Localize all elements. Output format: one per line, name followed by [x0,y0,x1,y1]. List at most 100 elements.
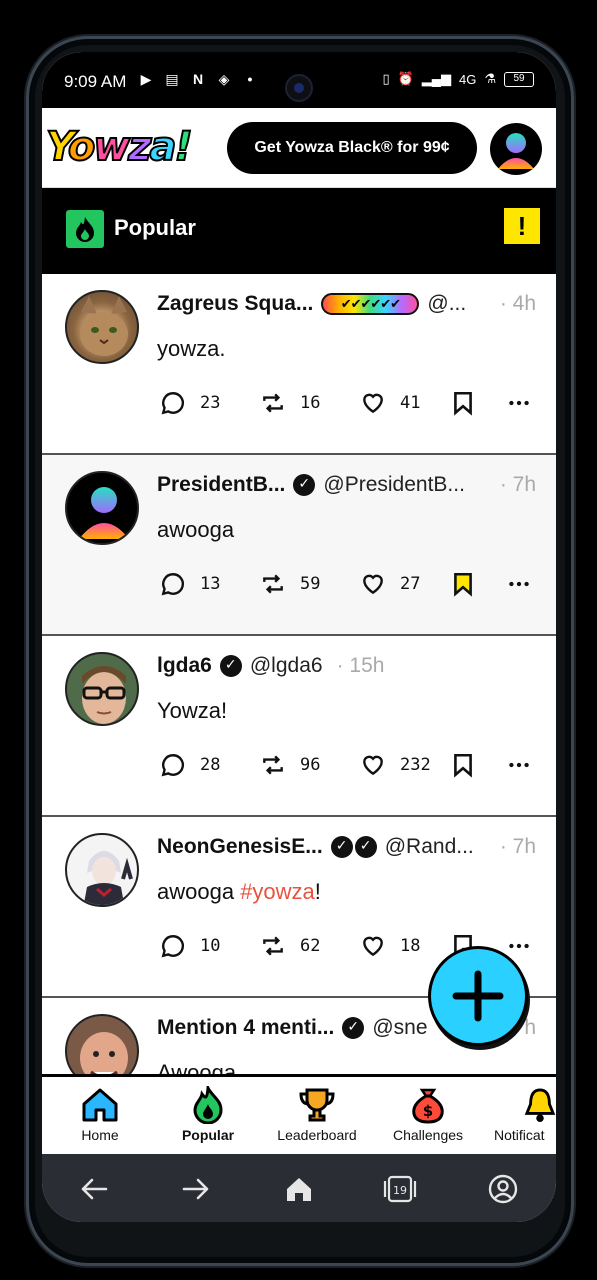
bookmark-button[interactable] [450,752,476,778]
heart-icon [363,393,383,414]
user-handle[interactable]: @sne [372,1016,427,1040]
comment-count: 23 [200,393,221,413]
user-avatar[interactable] [65,290,139,364]
bookmark-button[interactable] [450,571,476,597]
report-icon[interactable]: ! [504,208,540,244]
alarm-icon: ⏰ [397,71,414,86]
page-title: Popular [114,215,196,240]
profile-avatar[interactable] [490,123,542,175]
back-arrow-icon[interactable] [77,1172,111,1206]
post-content: Yowza! [157,698,228,723]
bookmark-button[interactable] [450,390,476,416]
post-content: awooga #yowza! [157,879,321,904]
user-handle[interactable]: @lgda6 [250,654,323,678]
comment-button[interactable]: 13 [160,571,220,597]
comment-icon [161,392,185,415]
bottom-navigation: Home Popular Leaderboard $ Challenges No… [42,1074,556,1154]
heart-icon [363,574,383,595]
display-name[interactable]: Zagreus Squa... [157,292,313,316]
like-count: 27 [400,574,421,594]
like-count: 18 [400,936,421,956]
comment-button[interactable]: 23 [160,390,220,416]
user-handle[interactable]: @Rand... [385,835,474,859]
post-actions: 23 16 41 [160,390,540,420]
repost-button[interactable]: 59 [260,571,320,597]
more-icon [509,943,529,949]
display-name[interactable]: lgda6 [157,654,212,678]
more-options-button[interactable] [506,390,532,416]
nav-popular[interactable]: Popular [153,1083,263,1143]
flask-icon: ⚗ [484,71,496,86]
like-button[interactable]: 27 [360,571,420,597]
camera-cutout [285,74,313,102]
comment-count: 28 [200,755,221,775]
post-content: yowza. [157,336,226,361]
more-options-button[interactable] [506,752,532,778]
verified-icon [342,1017,365,1039]
verified-icon [219,655,242,677]
svg-text:19: 19 [393,1184,407,1197]
display-name[interactable]: NeonGenesisE... [157,835,323,859]
post-content: awooga [157,517,235,542]
post-item[interactable]: Zagreus Squa... ✔✔✔✔✔✔ @... · 4h yowza. … [42,274,556,455]
repost-count: 59 [300,574,321,594]
user-handle[interactable]: @PresidentB... [323,473,465,497]
post-header: lgda6 @lgda6 · 15h [157,654,536,678]
more-options-button[interactable] [506,933,532,959]
nav-home[interactable]: Home [45,1083,155,1143]
tabs-icon[interactable]: 19 [383,1172,417,1206]
like-button[interactable]: 18 [360,933,420,959]
network-type: 4G [459,71,477,87]
hashtag-link[interactable]: #yowza [240,879,315,904]
nav-challenges[interactable]: $ Challenges [373,1083,483,1143]
more-icon [509,400,529,406]
repost-button[interactable]: 96 [260,752,320,778]
heart-icon [363,936,383,957]
forward-arrow-icon[interactable] [179,1172,213,1206]
post-header: PresidentB... @PresidentB... · 7h [157,473,536,497]
comment-count: 13 [200,574,221,594]
account-icon[interactable] [486,1172,520,1206]
display-name[interactable]: Mention 4 menti... [157,1016,334,1040]
post-item[interactable]: lgda6 @lgda6 · 15h Yowza! 28 96 232 [42,636,556,817]
battery-icon: 59 [504,71,534,87]
user-avatar[interactable] [65,1014,139,1074]
vibrate-icon: ▯ [382,71,390,86]
comment-button[interactable]: 10 [160,933,220,959]
post-header: NeonGenesisE... @Rand... · 7h [157,835,536,859]
like-button[interactable]: 232 [360,752,431,778]
get-yowza-black-button[interactable]: Get Yowza Black® for 99¢ [227,122,477,174]
news-icon: ▤ [165,71,179,87]
nav-leaderboard[interactable]: Leaderboard [262,1083,372,1143]
compose-post-button[interactable] [428,946,528,1046]
yowza-logo[interactable]: Yowza! [45,123,194,171]
like-button[interactable]: 41 [360,390,420,416]
user-avatar[interactable] [65,652,139,726]
status-time: 9:09 AM [64,72,127,91]
post-time: · 4h [499,292,536,315]
display-name[interactable]: PresidentB... [157,473,285,497]
app-icon: ◈ [218,71,230,87]
play-icon: ▶ [140,71,152,87]
rainbow-verified-badge: ✔✔✔✔✔✔ [321,293,420,315]
repost-count: 96 [300,755,321,775]
home-button-icon[interactable] [282,1172,316,1206]
nav-notifications[interactable]: Notificat [482,1083,556,1143]
notification-icons: ▶ ▤ N ◈ • [138,71,258,87]
verified-icon [330,836,353,858]
post-time: · 15h [336,654,385,677]
repost-icon [263,393,283,413]
post-header: Zagreus Squa... ✔✔✔✔✔✔ @... · 4h [157,292,536,316]
repost-button[interactable]: 62 [260,933,320,959]
bell-icon [494,1083,556,1127]
verified-icon [293,474,316,496]
user-avatar[interactable] [65,471,139,545]
repost-button[interactable]: 16 [260,390,320,416]
user-handle[interactable]: @... [427,292,466,316]
user-avatar[interactable] [65,833,139,907]
comment-button[interactable]: 28 [160,752,220,778]
post-item[interactable]: PresidentB... @PresidentB... · 7h awooga… [42,455,556,636]
system-navigation-bar: 19 [42,1154,556,1222]
more-options-button[interactable] [506,571,532,597]
home-icon [45,1083,155,1127]
